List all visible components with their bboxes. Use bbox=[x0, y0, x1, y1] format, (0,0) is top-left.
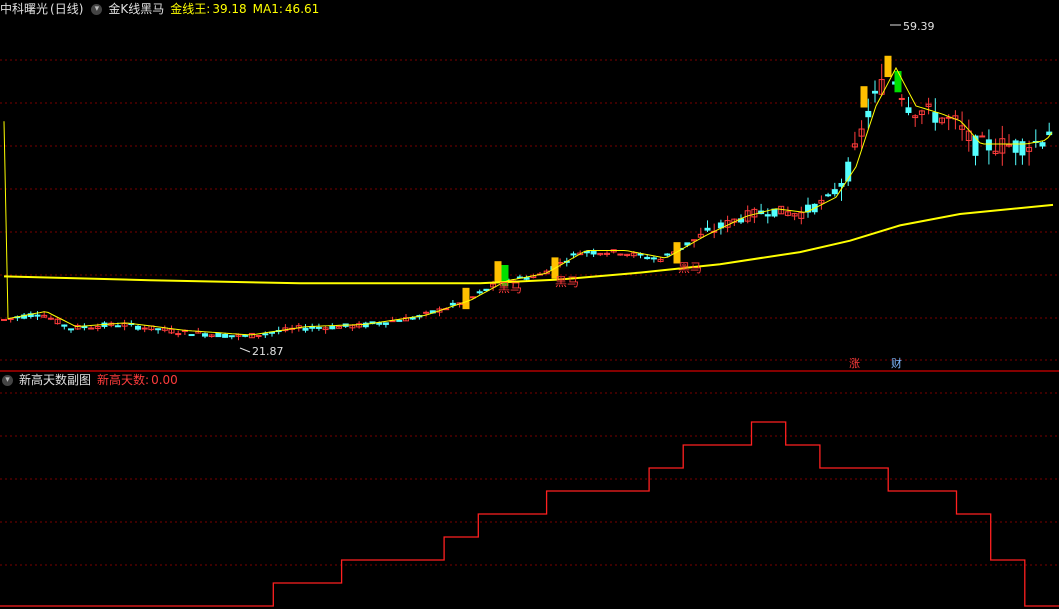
candle-body bbox=[617, 253, 624, 256]
signal-candle bbox=[462, 287, 470, 310]
candle-body bbox=[141, 327, 148, 330]
candle-body bbox=[979, 135, 986, 138]
signal-candle bbox=[494, 261, 502, 283]
candle-body bbox=[771, 208, 778, 217]
main-chart[interactable]: 59.3921.87黑马 黑马黑马涨财 bbox=[0, 0, 1059, 609]
candle-body bbox=[644, 256, 651, 260]
finance-badge: 财 bbox=[891, 356, 902, 370]
candle-body bbox=[61, 324, 68, 327]
candle-body bbox=[88, 327, 95, 330]
candle-body bbox=[764, 214, 771, 217]
black-horse-label: 黑马 bbox=[498, 281, 522, 295]
low-price-pointer bbox=[239, 347, 251, 353]
candle-body bbox=[255, 334, 262, 337]
candle-body bbox=[262, 333, 269, 336]
candle-body bbox=[825, 194, 832, 197]
candle-body bbox=[135, 325, 141, 330]
black-horse-label: 黑马 bbox=[678, 261, 702, 275]
black-horse-label: 黑马 bbox=[555, 275, 579, 289]
candle-body bbox=[865, 110, 872, 118]
candle-body bbox=[175, 333, 182, 336]
chart-root: 59.39 21.87 黑马 黑马 黑马涨财 中科曙光 (日线) ▾ 金K线黑马 金线王: 39.… bbox=[0, 0, 1059, 609]
candle-body bbox=[1012, 140, 1019, 153]
candle-body bbox=[329, 325, 336, 330]
candle-body bbox=[985, 139, 992, 151]
candle-body bbox=[590, 251, 597, 255]
candle-body bbox=[932, 112, 939, 123]
sub-series-value: 0.00 bbox=[151, 373, 178, 387]
candle-body bbox=[1039, 142, 1046, 147]
candle-body bbox=[423, 311, 430, 314]
sub-series-label: 新高天数: bbox=[97, 373, 150, 387]
candle-body bbox=[396, 319, 403, 322]
limit-up-badge: 涨 bbox=[849, 357, 860, 370]
gold-line-label: 金线王: bbox=[170, 2, 211, 16]
period-label[interactable]: (日线) bbox=[50, 2, 83, 16]
ma1-line bbox=[3, 66, 1053, 336]
chevron-down-icon[interactable]: ▾ bbox=[2, 375, 13, 386]
candle-body bbox=[704, 227, 711, 231]
candle-body bbox=[315, 326, 322, 329]
ma1-label: MA1: bbox=[252, 2, 283, 16]
sub-header: ▾ 新高天数副图 新高天数: 0.00 bbox=[0, 371, 184, 389]
low-price-label: 21.87 bbox=[252, 345, 284, 358]
candle-body bbox=[47, 317, 54, 320]
candle-body bbox=[972, 135, 979, 156]
candle-body bbox=[202, 333, 208, 337]
candle-body bbox=[476, 291, 483, 294]
main-header: 中科曙光 (日线) ▾ 金K线黑马 金线王: 39.18 MA1: 46.61 bbox=[0, 0, 325, 18]
candle-body bbox=[831, 189, 838, 195]
candle-body bbox=[215, 332, 222, 338]
candle-body bbox=[81, 326, 88, 329]
candle-body bbox=[382, 322, 389, 325]
stock-name[interactable]: 中科曙光 bbox=[0, 2, 48, 16]
gold-line bbox=[3, 203, 1054, 285]
candle-body bbox=[872, 90, 878, 94]
candle-body bbox=[34, 314, 41, 317]
indicator-name[interactable]: 金K线黑马 bbox=[108, 2, 164, 16]
sub-indicator-name[interactable]: 新高天数副图 bbox=[19, 373, 91, 387]
candle-body bbox=[449, 302, 456, 306]
gold-line-value: 39.18 bbox=[212, 2, 247, 16]
signal-candle bbox=[894, 70, 902, 93]
candle-body bbox=[898, 97, 905, 100]
ma1-value: 46.61 bbox=[284, 2, 320, 16]
candle-body bbox=[188, 334, 195, 337]
candle-body bbox=[155, 328, 162, 331]
candle-body bbox=[114, 325, 121, 328]
chevron-down-icon[interactable]: ▾ bbox=[91, 4, 103, 15]
signal-candle bbox=[860, 86, 868, 108]
candle-body bbox=[570, 253, 577, 256]
high-price-label: 59.39 bbox=[903, 20, 935, 33]
signal-candle bbox=[884, 55, 892, 78]
candle-body bbox=[650, 257, 657, 260]
candle-body bbox=[222, 333, 229, 338]
candle-body bbox=[302, 327, 309, 331]
candle-body bbox=[1, 318, 7, 321]
candle-body bbox=[228, 335, 235, 338]
candle-body bbox=[664, 253, 671, 256]
candle-body bbox=[309, 326, 316, 329]
candle-body bbox=[905, 107, 912, 113]
new-high-days-line bbox=[0, 421, 1059, 607]
candle-body bbox=[376, 322, 383, 325]
candle-body bbox=[242, 334, 249, 337]
candle-body bbox=[68, 328, 74, 331]
